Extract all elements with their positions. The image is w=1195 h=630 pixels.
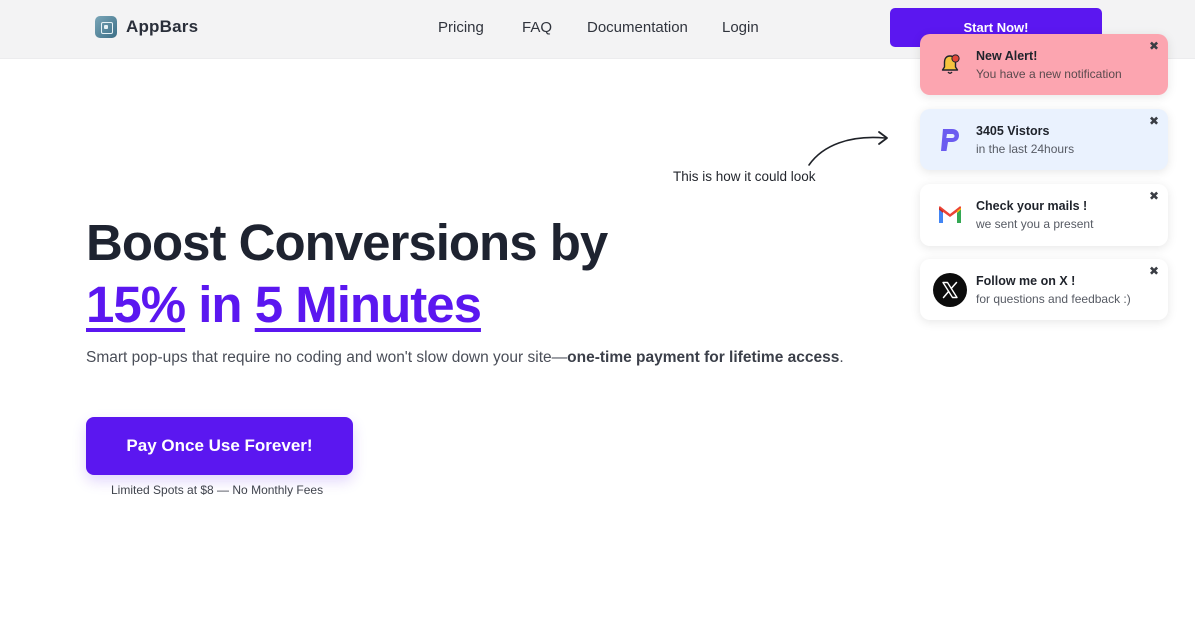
notification-title: Check your mails !	[976, 199, 1088, 213]
brand-logo[interactable]: AppBars	[95, 16, 198, 38]
gmail-icon	[933, 198, 967, 232]
notification-mails[interactable]: Check your mails ! we sent you a present…	[920, 184, 1168, 246]
appbars-logo-icon	[95, 16, 117, 38]
p-brand-icon	[933, 123, 967, 157]
notification-title: Follow me on X !	[976, 274, 1076, 288]
x-logo-icon	[933, 273, 967, 307]
headline-percent: 15%	[86, 276, 186, 333]
notification-follow-x[interactable]: Follow me on X ! for questions and feedb…	[920, 259, 1168, 320]
notification-title: New Alert!	[976, 49, 1038, 63]
headline-line-1: Boost Conversions by	[86, 214, 608, 271]
close-icon[interactable]: ✖	[1149, 114, 1159, 128]
subtitle-end: .	[839, 349, 844, 366]
notification-new-alert[interactable]: New Alert! You have a new notification ✖	[920, 34, 1168, 95]
headline-line-2: 15% in 5 Minutes	[86, 274, 607, 336]
notification-subtitle: we sent you a present	[976, 217, 1094, 231]
curved-arrow-icon	[808, 131, 888, 166]
close-icon[interactable]: ✖	[1149, 264, 1159, 278]
notification-visitors[interactable]: 3405 Vistors in the last 24hours ✖	[920, 109, 1168, 170]
headline-minutes: 5 Minutes	[254, 276, 482, 333]
preview-hint-text: This is how it could look	[673, 169, 816, 184]
pay-once-button[interactable]: Pay Once Use Forever!	[86, 417, 353, 475]
close-icon[interactable]: ✖	[1149, 39, 1159, 53]
brand-name: AppBars	[126, 17, 199, 36]
notification-subtitle: for questions and feedback :)	[976, 292, 1131, 306]
nav-pricing[interactable]: Pricing	[438, 19, 484, 36]
cta-note: Limited Spots at $8 — No Monthly Fees	[111, 483, 324, 497]
close-icon[interactable]: ✖	[1149, 189, 1159, 203]
notification-subtitle: in the last 24hours	[976, 142, 1075, 156]
hero-subtitle: Smart pop-ups that require no coding and…	[86, 349, 844, 367]
nav-documentation[interactable]: Documentation	[587, 19, 688, 36]
notification-subtitle: You have a new notification	[976, 67, 1122, 81]
nav-login[interactable]: Login	[722, 19, 759, 36]
bell-icon	[933, 48, 967, 82]
subtitle-text: Smart pop-ups that require no coding and…	[86, 349, 568, 366]
subtitle-bold: one-time payment for lifetime access	[567, 349, 840, 366]
hero-headline: Boost Conversions by 15% in 5 Minutes	[86, 212, 608, 336]
headline-in-word: in	[185, 276, 255, 333]
notification-title: 3405 Vistors	[976, 124, 1050, 138]
nav-faq[interactable]: FAQ	[522, 19, 552, 36]
